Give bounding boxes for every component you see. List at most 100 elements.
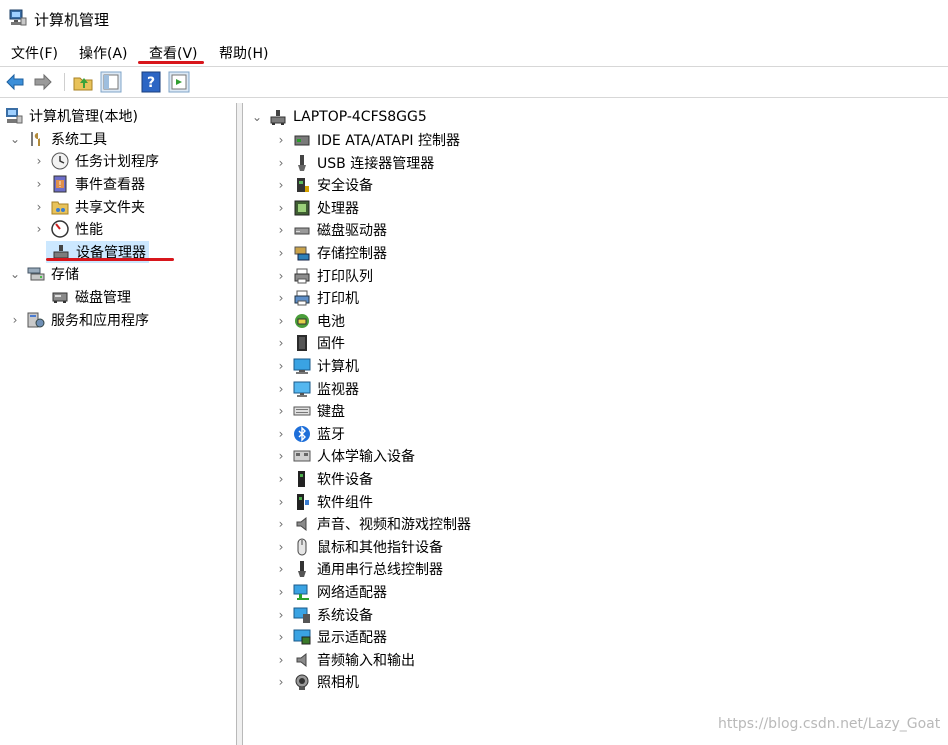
chevron-right-icon[interactable]: › bbox=[274, 223, 288, 237]
chevron-right-icon[interactable]: › bbox=[274, 246, 288, 260]
chevron-down-icon[interactable]: ⌄ bbox=[250, 110, 264, 124]
device-category-item[interactable]: › 打印机 bbox=[274, 287, 359, 309]
bluetooth-icon bbox=[292, 424, 312, 444]
tree-item-performance[interactable]: › 性能 bbox=[32, 218, 103, 240]
chevron-right-icon[interactable]: › bbox=[274, 585, 288, 599]
up-folder-icon[interactable] bbox=[72, 71, 94, 93]
device-category-item[interactable]: › 存储控制器 bbox=[274, 242, 387, 264]
device-category-label: 软件组件 bbox=[317, 494, 373, 511]
keyboard-icon bbox=[292, 401, 312, 421]
chevron-right-icon[interactable]: › bbox=[274, 178, 288, 192]
device-category-item[interactable]: › 软件设备 bbox=[274, 468, 373, 490]
device-category-label: 音频输入和输出 bbox=[317, 652, 415, 669]
device-category-item[interactable]: › 鼠标和其他指针设备 bbox=[274, 536, 443, 558]
display-adapter-icon bbox=[292, 627, 312, 647]
computer-management-icon bbox=[4, 106, 24, 126]
show-hide-console-tree-icon[interactable] bbox=[100, 71, 122, 93]
menu-help[interactable]: 帮助(H) bbox=[219, 43, 268, 63]
device-category-item[interactable]: › IDE ATA/ATAPI 控制器 bbox=[274, 129, 460, 151]
chevron-right-icon[interactable]: › bbox=[274, 540, 288, 554]
device-category-item[interactable]: › USB 连接器管理器 bbox=[274, 152, 434, 174]
tree-item-storage[interactable]: ⌄ 存储 bbox=[8, 263, 79, 285]
device-category-item[interactable]: › 监视器 bbox=[274, 378, 359, 400]
chevron-right-icon[interactable]: › bbox=[32, 154, 46, 168]
device-category-item[interactable]: › 声音、视频和游戏控制器 bbox=[274, 513, 471, 535]
tree-root-computer-management[interactable]: 计算机管理(本地) bbox=[4, 105, 138, 127]
menu-file[interactable]: 文件(F) bbox=[11, 43, 58, 63]
chevron-right-icon[interactable]: › bbox=[274, 314, 288, 328]
chevron-right-icon[interactable]: › bbox=[274, 291, 288, 305]
chevron-down-icon[interactable]: ⌄ bbox=[8, 132, 22, 146]
chevron-right-icon[interactable]: › bbox=[274, 156, 288, 170]
tree-item-disk-management[interactable]: 磁盘管理 bbox=[32, 286, 131, 308]
menu-action[interactable]: 操作(A) bbox=[79, 43, 128, 63]
tree-item-shared-folders[interactable]: › 共享文件夹 bbox=[32, 196, 145, 218]
chevron-right-icon[interactable]: › bbox=[274, 517, 288, 531]
chevron-right-icon[interactable]: › bbox=[274, 359, 288, 373]
chevron-right-icon[interactable]: › bbox=[274, 472, 288, 486]
device-category-item[interactable]: › 计算机 bbox=[274, 355, 359, 377]
device-category-item[interactable]: › 网络适配器 bbox=[274, 581, 387, 603]
usb-connector-icon bbox=[292, 153, 312, 173]
chevron-right-icon[interactable]: › bbox=[32, 177, 46, 191]
chevron-right-icon[interactable]: › bbox=[274, 201, 288, 215]
tree-item-system-tools[interactable]: ⌄ 系统工具 bbox=[8, 128, 107, 150]
window-title: 计算机管理 bbox=[34, 11, 110, 29]
help-icon[interactable]: ? bbox=[140, 71, 162, 93]
device-category-label: 人体学输入设备 bbox=[317, 449, 415, 466]
chevron-right-icon[interactable]: › bbox=[274, 495, 288, 509]
storage-controller-icon bbox=[292, 243, 312, 263]
computer-management-icon bbox=[9, 9, 27, 26]
back-icon[interactable] bbox=[4, 71, 26, 93]
chevron-right-icon[interactable]: › bbox=[274, 269, 288, 283]
tree-item-task-scheduler[interactable]: › 任务计划程序 bbox=[32, 150, 159, 172]
device-category-label: 系统设备 bbox=[317, 607, 373, 624]
chevron-right-icon[interactable]: › bbox=[274, 133, 288, 147]
show-action-pane-icon[interactable] bbox=[168, 71, 190, 93]
chevron-right-icon[interactable]: › bbox=[274, 630, 288, 644]
chevron-right-icon[interactable]: › bbox=[274, 562, 288, 576]
device-category-label: 电池 bbox=[317, 313, 345, 330]
menu-view[interactable]: 查看(V) bbox=[149, 43, 198, 63]
tree-item-event-viewer[interactable]: › ! 事件查看器 bbox=[32, 173, 145, 195]
tree-item-services-apps[interactable]: › 服务和应用程序 bbox=[8, 309, 149, 331]
device-category-item[interactable]: › 打印队列 bbox=[274, 265, 373, 287]
chevron-right-icon[interactable]: › bbox=[274, 336, 288, 350]
network-adapter-icon bbox=[292, 582, 312, 602]
device-category-label: 声音、视频和游戏控制器 bbox=[317, 517, 471, 534]
device-category-item[interactable]: › 通用串行总线控制器 bbox=[274, 558, 443, 580]
device-category-item[interactable]: › 软件组件 bbox=[274, 491, 373, 513]
device-category-item[interactable]: › 安全设备 bbox=[274, 174, 373, 196]
title-bar: 计算机管理 bbox=[0, 0, 948, 36]
device-category-item[interactable]: › 电池 bbox=[274, 310, 345, 332]
device-category-label: 监视器 bbox=[317, 381, 359, 398]
chevron-right-icon[interactable]: › bbox=[8, 313, 22, 327]
chevron-right-icon[interactable]: › bbox=[274, 449, 288, 463]
device-category-item[interactable]: › 音频输入和输出 bbox=[274, 649, 415, 671]
chevron-right-icon[interactable]: › bbox=[274, 427, 288, 441]
chevron-right-icon[interactable]: › bbox=[32, 222, 46, 236]
device-category-item[interactable]: › 人体学输入设备 bbox=[274, 445, 415, 467]
device-tree-root[interactable]: ⌄ LAPTOP-4CFS8GG5 bbox=[250, 106, 427, 128]
chevron-right-icon[interactable]: › bbox=[274, 404, 288, 418]
device-category-item[interactable]: › 蓝牙 bbox=[274, 423, 345, 445]
device-category-label: 磁盘驱动器 bbox=[317, 223, 387, 240]
device-category-item[interactable]: › 固件 bbox=[274, 332, 345, 354]
device-category-label: 固件 bbox=[317, 336, 345, 353]
chevron-right-icon[interactable]: › bbox=[274, 653, 288, 667]
device-category-item[interactable]: › 照相机 bbox=[274, 671, 359, 693]
device-category-item[interactable]: › 显示适配器 bbox=[274, 626, 387, 648]
device-category-item[interactable]: › 键盘 bbox=[274, 400, 345, 422]
chevron-right-icon[interactable]: › bbox=[274, 382, 288, 396]
chevron-right-icon[interactable]: › bbox=[32, 200, 46, 214]
computer-icon bbox=[292, 356, 312, 376]
firmware-icon bbox=[292, 333, 312, 353]
chevron-down-icon[interactable]: ⌄ bbox=[8, 267, 22, 281]
device-category-label: USB 连接器管理器 bbox=[317, 155, 435, 172]
device-category-item[interactable]: › 系统设备 bbox=[274, 604, 373, 626]
forward-icon[interactable] bbox=[32, 71, 54, 93]
chevron-right-icon[interactable]: › bbox=[274, 675, 288, 689]
chevron-right-icon[interactable]: › bbox=[274, 608, 288, 622]
device-category-item[interactable]: › 处理器 bbox=[274, 197, 359, 219]
device-category-item[interactable]: › 磁盘驱动器 bbox=[274, 219, 387, 241]
